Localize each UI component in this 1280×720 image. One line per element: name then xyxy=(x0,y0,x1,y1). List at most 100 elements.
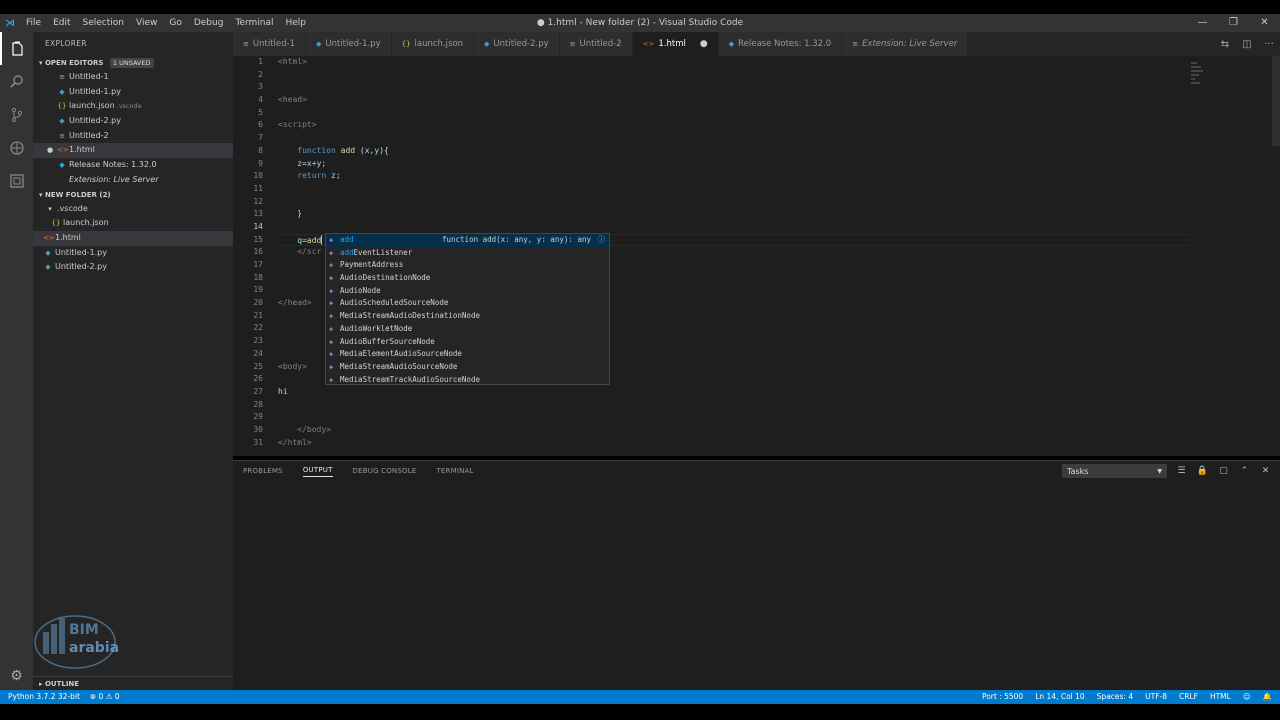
open-editor-item[interactable]: ◆ Untitled-1.py xyxy=(33,85,233,100)
tab-launch-json[interactable]: {} launch.json xyxy=(391,32,475,56)
tab-untitled-1[interactable]: ≡ Untitled-1 xyxy=(233,32,306,56)
line-number: 9 xyxy=(258,158,263,168)
tab-extension-live-server[interactable]: ≡ Extension: Live Server xyxy=(842,32,969,56)
open-editors-header[interactable]: ▾ OPEN EDITORS 1 UNSAVED xyxy=(33,56,233,70)
python-interpreter[interactable]: Python 3.7.2 32-bit xyxy=(8,690,80,704)
suggestion-item[interactable]: ◈ MediaStreamAudioSourceNode xyxy=(326,361,609,374)
cursor-position[interactable]: Ln 14, Col 10 xyxy=(1035,690,1084,704)
live-server-port[interactable]: Port : 5500 xyxy=(982,690,1023,704)
info-icon[interactable]: ⓘ xyxy=(598,234,606,247)
open-editor-item[interactable]: Extension: Live Server xyxy=(33,173,233,188)
search-icon[interactable] xyxy=(0,65,33,98)
letterbox-bottom xyxy=(0,704,1280,720)
close-icon[interactable]: ✕ xyxy=(1249,14,1280,32)
suggestion-item[interactable]: ◈ AudioBufferSourceNode xyxy=(326,336,609,349)
unsaved-dot-icon[interactable]: ● xyxy=(700,39,708,49)
line-number: 16 xyxy=(253,247,263,257)
minimize-icon[interactable]: — xyxy=(1187,14,1218,32)
tab-untitled-2-py[interactable]: ◆ Untitled-2.py xyxy=(474,32,560,56)
tab-debug-console[interactable]: DEBUG CONSOLE xyxy=(353,467,417,475)
open-editor-item[interactable]: ◆ Untitled-2.py xyxy=(33,114,233,129)
folder-item[interactable]: {} launch.json xyxy=(33,216,233,231)
suggestion-item[interactable]: ◈ AudioDestinationNode xyxy=(326,272,609,285)
folder-item[interactable]: ◆ Untitled-2.py xyxy=(33,260,233,275)
suggestion-label: MediaStreamAudioDestinationNode xyxy=(340,311,480,321)
menu-terminal[interactable]: Terminal xyxy=(229,18,279,28)
symbol-icon: ◈ xyxy=(329,261,334,270)
suggestion-item[interactable]: ◈ PaymentAddress xyxy=(326,259,609,272)
suggestion-item[interactable]: ◈ AudioScheduledSourceNode xyxy=(326,297,609,310)
menu-selection[interactable]: Selection xyxy=(77,18,130,28)
open-log-icon[interactable]: ▢ xyxy=(1213,464,1234,478)
line-number: 18 xyxy=(253,272,263,282)
line-number: 22 xyxy=(253,323,263,333)
folder-item-active[interactable]: <>1.html xyxy=(33,230,233,246)
line-number: 31 xyxy=(253,437,263,447)
compare-icon[interactable]: ⇆ xyxy=(1214,39,1236,50)
window-controls: — ❐ ✕ xyxy=(1187,14,1280,32)
scrollbar-thumb[interactable] xyxy=(1272,56,1280,146)
menu-file[interactable]: File xyxy=(20,18,47,28)
folder-item[interactable]: ▾ .vscode xyxy=(33,202,233,217)
code-line: } xyxy=(278,209,303,219)
clear-output-icon[interactable]: ☰ xyxy=(1171,464,1192,478)
language-mode[interactable]: HTML xyxy=(1210,690,1231,704)
more-actions-icon[interactable]: ··· xyxy=(1258,39,1280,50)
symbol-icon: ◈ xyxy=(329,312,334,321)
tab-terminal[interactable]: TERMINAL xyxy=(436,467,473,475)
open-editor-item[interactable]: ≡ Untitled-1 xyxy=(33,70,233,85)
open-editor-item[interactable]: ≡ Untitled-2 xyxy=(33,129,233,144)
menu-view[interactable]: View xyxy=(130,18,163,28)
symbol-icon: ◈ xyxy=(329,274,334,283)
line-number: 10 xyxy=(253,171,263,181)
encoding[interactable]: UTF-8 xyxy=(1145,690,1167,704)
open-editor-item[interactable]: {} launch.json .vscode xyxy=(33,99,233,114)
close-panel-icon[interactable]: ✕ xyxy=(1255,464,1276,478)
suggestion-item[interactable]: ◈ AudioWorkletNode xyxy=(326,323,609,336)
menu-edit[interactable]: Edit xyxy=(47,18,76,28)
menu-debug[interactable]: Debug xyxy=(188,18,230,28)
gear-icon[interactable]: ⚙ xyxy=(0,668,33,684)
feedback-icon[interactable]: ☺ xyxy=(1243,690,1251,704)
source-control-icon[interactable] xyxy=(0,98,33,131)
tab-untitled-2[interactable]: ≡ Untitled-2 xyxy=(559,32,633,56)
minimap[interactable] xyxy=(1191,62,1205,97)
editor-scrollbar[interactable] xyxy=(1272,56,1280,456)
indentation[interactable]: Spaces: 4 xyxy=(1097,690,1133,704)
open-editor-item[interactable]: ◆ Release Notes: 1.32.0 xyxy=(33,158,233,173)
symbol-icon: ◈ xyxy=(329,337,334,346)
suggestion-item[interactable]: ◈ addEventListener xyxy=(326,247,609,260)
tab-release-notes[interactable]: ◆ Release Notes: 1.32.0 xyxy=(718,32,843,56)
problems-count[interactable]: ⊗ 0 ⚠ 0 xyxy=(90,690,120,704)
debug-icon[interactable] xyxy=(0,131,33,164)
restore-icon[interactable]: ❐ xyxy=(1218,14,1249,32)
outline-header[interactable]: ▸ OUTLINE xyxy=(33,676,233,690)
python-icon: ◆ xyxy=(45,248,51,257)
notifications-icon[interactable]: 🔔 xyxy=(1263,690,1272,704)
menu-help[interactable]: Help xyxy=(279,18,312,28)
suggestion-item[interactable]: ◈ MediaStreamTrackAudioSourceNode xyxy=(326,374,609,387)
folder-item[interactable]: ◆ Untitled-1.py xyxy=(33,246,233,261)
extensions-icon[interactable] xyxy=(0,164,33,197)
suggestion-item[interactable]: ◈ MediaElementAudioSourceNode xyxy=(326,348,609,361)
tab-output[interactable]: OUTPUT xyxy=(302,466,333,477)
menu-go[interactable]: Go xyxy=(163,18,187,28)
tab-untitled-1-py[interactable]: ◆ Untitled-1.py xyxy=(305,32,392,56)
tab-problems[interactable]: PROBLEMS xyxy=(243,467,283,475)
tab-1-html[interactable]: <> 1.html ● xyxy=(632,32,719,56)
open-editor-item-active[interactable]: ● <>1.html xyxy=(33,143,233,159)
suggestion-item[interactable]: ◈ MediaStreamAudioDestinationNode xyxy=(326,310,609,323)
suggestion-item[interactable]: ◈ add function add(x: any, y: any): any ⓘ xyxy=(326,234,609,247)
output-channel-select[interactable]: Tasks ▼ xyxy=(1062,464,1167,478)
maximize-panel-icon[interactable]: ⌃ xyxy=(1234,464,1255,478)
suggestion-label: AudioScheduledSourceNode xyxy=(340,298,449,308)
split-editor-icon[interactable]: ◫ xyxy=(1236,39,1258,50)
activity-bar: ⚙ xyxy=(0,32,33,690)
python-icon: ◆ xyxy=(315,40,322,48)
suggestion-item[interactable]: ◈ AudioNode xyxy=(326,285,609,298)
lock-scroll-icon[interactable]: 🔒 xyxy=(1192,464,1213,478)
explorer-icon[interactable] xyxy=(0,32,33,65)
folder-header[interactable]: ▾ NEW FOLDER (2) xyxy=(33,188,233,202)
end-of-line[interactable]: CRLF xyxy=(1179,690,1198,704)
